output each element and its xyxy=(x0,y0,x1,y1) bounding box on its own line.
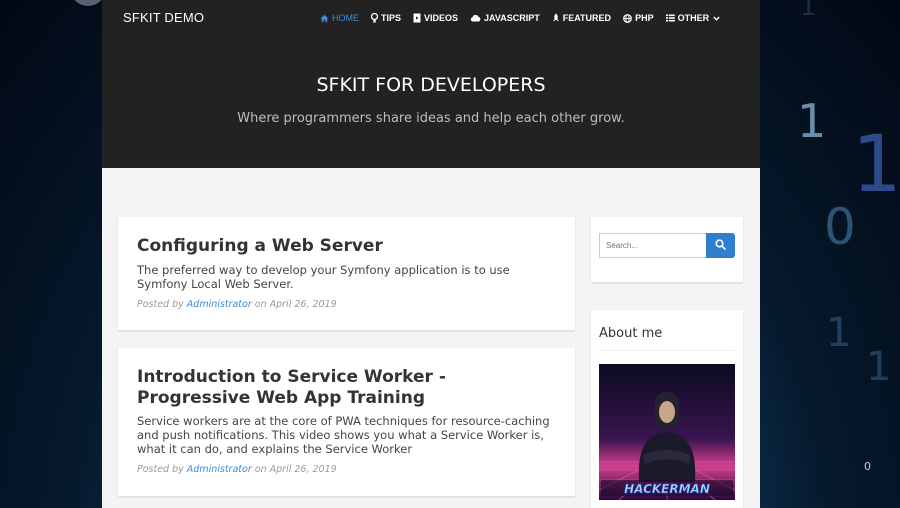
nav-item-label: JAVASCRIPT xyxy=(484,13,540,23)
globe-icon xyxy=(623,13,632,23)
cloud-icon xyxy=(470,14,481,22)
divider xyxy=(599,350,735,351)
post-card: Introduction to Service Worker - Progres… xyxy=(118,348,575,496)
post-date: on April 26, 2019 xyxy=(254,299,337,310)
post-excerpt: The preferred way to develop your Symfon… xyxy=(137,263,510,291)
brand-logo[interactable]: SFKIT DEMO xyxy=(123,10,204,25)
hacker-illustration: HACKERMAN xyxy=(599,364,735,500)
home-icon xyxy=(320,14,329,22)
page-wrapper: SFKIT DEMO HOME TIPS VIDEOS JAVASCRIPT F… xyxy=(102,0,760,508)
list-icon xyxy=(665,14,675,22)
background-digit: 1 xyxy=(797,94,827,148)
hero-title: SFKIT FOR DEVELOPERS xyxy=(316,74,546,96)
post-date: on April 26, 2019 xyxy=(254,464,337,475)
image-caption: HACKERMAN xyxy=(624,482,710,496)
background-digit: 0 xyxy=(864,460,871,473)
background-decoration xyxy=(70,0,106,6)
post-meta: Posted by Administrator on April 26, 201… xyxy=(137,464,337,475)
nav-item-videos[interactable]: VIDEOS xyxy=(413,13,458,23)
author-link[interactable]: Administrator xyxy=(187,464,252,475)
post-excerpt: Service workers are at the core of PWA t… xyxy=(137,414,550,456)
navbar: SFKIT DEMO HOME TIPS VIDEOS JAVASCRIPT F… xyxy=(102,0,760,38)
search-icon xyxy=(715,239,726,250)
profile-image: HACKERMAN xyxy=(599,364,735,500)
search-input[interactable] xyxy=(599,233,707,258)
hero-header: SFKIT FOR DEVELOPERS Where programmers s… xyxy=(102,38,760,168)
author-link[interactable]: Administrator xyxy=(187,299,252,310)
rocket-icon xyxy=(552,13,559,22)
nav-item-label: HOME xyxy=(332,13,359,23)
background-digit: 1 xyxy=(866,344,892,390)
lightbulb-icon xyxy=(371,13,378,23)
nav-item-label: FEATURED xyxy=(562,13,612,23)
post-meta: Posted by Administrator on April 26, 201… xyxy=(137,299,337,310)
nav-item-label: PHP xyxy=(635,13,654,23)
hero-subtitle: Where programmers share ideas and help e… xyxy=(237,111,625,126)
nav-item-label: TIPS xyxy=(381,13,402,23)
post-card: Configuring a Web Server The preferred w… xyxy=(118,217,575,330)
nav-item-php[interactable]: PHP xyxy=(623,13,654,23)
nav-menu: HOME TIPS VIDEOS JAVASCRIPT FEATURED PHP xyxy=(320,13,732,23)
posted-by-label: Posted by xyxy=(137,299,184,310)
search-widget xyxy=(591,217,743,282)
nav-item-tips[interactable]: TIPS xyxy=(371,13,401,23)
background-digit: 1 xyxy=(800,0,817,22)
post-title[interactable]: Introduction to Service Worker - Progres… xyxy=(137,367,557,409)
search-button[interactable] xyxy=(706,233,735,258)
posted-by-label: Posted by xyxy=(137,464,184,475)
about-widget: About me HACKERMAN xyxy=(591,310,743,508)
nav-item-featured[interactable]: FEATURED xyxy=(552,13,611,23)
file-video-icon xyxy=(413,13,421,23)
nav-item-home[interactable]: HOME xyxy=(320,13,359,23)
background-digit: 1 xyxy=(826,310,852,356)
nav-item-javascript[interactable]: JAVASCRIPT xyxy=(470,13,540,23)
background-digit: 0 xyxy=(824,198,856,256)
nav-item-label: OTHER xyxy=(677,13,710,23)
about-title: About me xyxy=(599,326,663,341)
background-digit: 1 xyxy=(852,120,900,210)
chevron-down-icon xyxy=(713,16,720,21)
nav-item-other[interactable]: OTHER xyxy=(665,13,721,23)
nav-item-label: VIDEOS xyxy=(424,13,459,23)
post-title[interactable]: Configuring a Web Server xyxy=(137,236,557,257)
